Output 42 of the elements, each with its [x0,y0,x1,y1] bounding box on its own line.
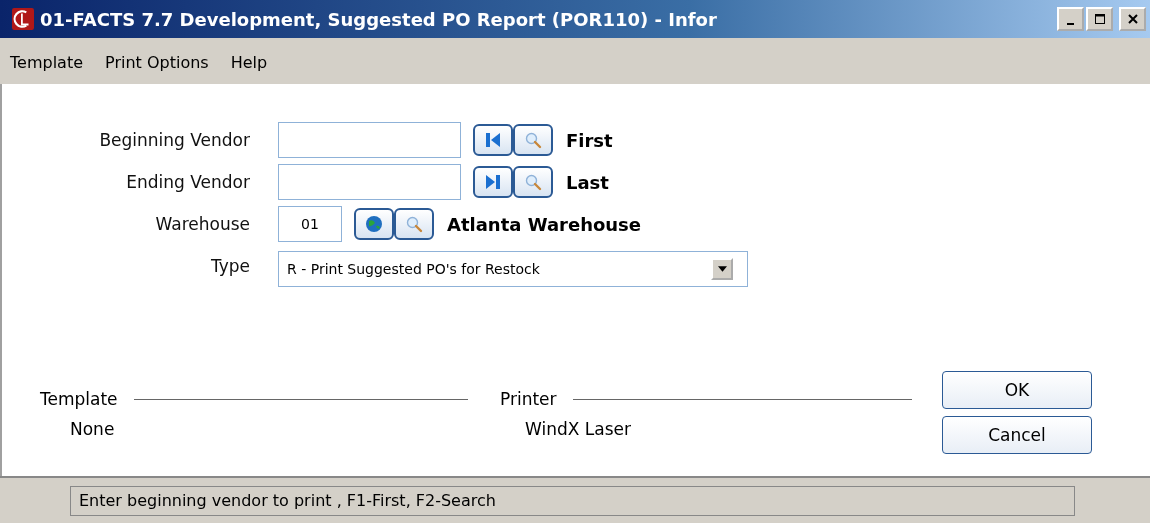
close-icon [1126,13,1139,25]
first-record-button[interactable] [473,124,513,156]
maximize-button[interactable] [1086,7,1113,31]
app-logo-icon [12,8,34,30]
menu-item[interactable]: Help [230,52,268,72]
field-label: Type [209,256,250,276]
field-description: First [566,129,613,151]
search-icon [404,214,424,234]
section-label: Template [40,389,118,409]
type-dropdown[interactable]: R - Print Suggested PO's for Restock [278,251,748,287]
template-value: None [70,419,116,439]
globe-icon [364,214,384,234]
menu-item[interactable]: Print Options [105,52,209,72]
close-button[interactable] [1119,7,1146,31]
minimize-button[interactable] [1057,7,1084,31]
search-button[interactable] [513,124,553,156]
skip-back-icon [483,130,503,150]
search-button[interactable] [394,208,434,240]
field-description: Atlanta Warehouse [447,213,642,235]
maximize-icon [1093,13,1106,25]
search-icon [523,130,543,150]
status-message: Enter beginning vendor to print , F1-First, F2-Search [70,485,1075,516]
field-label: Beginning Vendor [98,130,250,150]
printer-value: WindX Laser [525,419,632,439]
field-label: Warehouse [154,214,250,234]
input-field[interactable] [278,164,461,200]
dialog-button[interactable]: OK [942,371,1092,409]
skip-forward-icon [483,172,503,192]
minimize-icon [1067,23,1074,25]
section-label: Printer [500,389,557,409]
menu-item[interactable]: Template [10,52,83,72]
globe-button[interactable] [354,208,394,240]
search-button[interactable] [513,166,553,198]
input-field[interactable] [278,122,461,158]
dialog-button[interactable]: Cancel [942,416,1092,454]
search-icon [523,172,543,192]
caret-icon [717,266,727,272]
window-title: 01-FACTS 7.7 Development, Suggested PO Report (POR110) - Infor [40,8,718,30]
field-description: Last [566,171,609,193]
field-label: Ending Vendor [125,172,250,192]
last-record-button[interactable] [473,166,513,198]
input-field[interactable]: 01 [278,206,342,242]
